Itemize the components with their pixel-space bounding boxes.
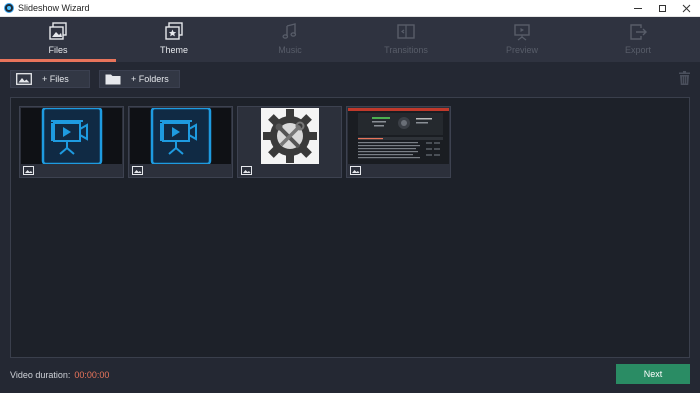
window-title: Slideshow Wizard	[18, 3, 90, 13]
media-preview	[239, 108, 340, 164]
tab-files-label: Files	[48, 45, 68, 55]
media-preview	[130, 108, 231, 164]
image-type-icon	[350, 166, 361, 175]
close-icon	[682, 4, 690, 13]
tab-export[interactable]: Export	[580, 17, 696, 62]
media-thumbnail[interactable]	[237, 106, 342, 178]
transitions-icon	[397, 24, 415, 39]
folder-icon	[105, 74, 121, 85]
export-icon	[630, 24, 647, 40]
theme-star-icon	[165, 22, 183, 40]
add-folders-label: + Folders	[131, 74, 169, 84]
files-icon	[49, 22, 67, 40]
slideshow-app-icon	[4, 3, 14, 13]
tab-music[interactable]: Music	[232, 17, 348, 62]
music-note-icon	[282, 23, 297, 39]
tab-preview-label: Preview	[505, 45, 538, 55]
trash-icon[interactable]	[679, 71, 690, 85]
maximize-button[interactable]	[650, 0, 674, 17]
main-content: + Files + Folders Video duration: 00:00:…	[0, 62, 700, 393]
minimize-icon	[634, 8, 642, 9]
tab-theme-label: Theme	[159, 45, 188, 55]
wizard-tab-bar: Files Theme Music Transitions Preview Ex…	[0, 17, 700, 62]
image-type-icon	[241, 166, 252, 175]
media-preview	[21, 108, 122, 164]
screenshot-thumbnail	[348, 108, 449, 159]
image-type-icon	[132, 166, 143, 175]
tab-export-label: Export	[624, 45, 651, 55]
add-folders-button[interactable]: + Folders	[99, 70, 180, 88]
media-panel	[10, 97, 690, 358]
add-files-button[interactable]: + Files	[10, 70, 90, 88]
tab-preview[interactable]: Preview	[464, 17, 580, 62]
gear-tools-icon	[261, 108, 319, 164]
media-caption	[21, 165, 122, 176]
media-caption	[239, 165, 340, 176]
preview-easel-icon	[514, 24, 530, 41]
duration-value: 00:00:00	[74, 370, 110, 380]
video-duration: Video duration: 00:00:00	[10, 369, 109, 381]
next-button[interactable]: Next	[616, 364, 690, 384]
media-caption	[348, 165, 449, 176]
video-presentation-icon	[150, 108, 212, 164]
title-bar: Slideshow Wizard	[0, 0, 700, 17]
duration-label: Video duration:	[10, 370, 71, 380]
tab-music-label: Music	[278, 45, 302, 55]
maximize-icon	[658, 5, 666, 12]
media-caption	[130, 165, 231, 176]
tab-transitions-label: Transitions	[384, 45, 428, 55]
media-preview	[348, 108, 449, 164]
image-type-icon	[23, 166, 34, 175]
tab-transitions[interactable]: Transitions	[348, 17, 464, 62]
close-button[interactable]	[674, 0, 698, 17]
tab-files[interactable]: Files	[0, 17, 116, 62]
add-files-label: + Files	[42, 74, 69, 84]
image-icon	[16, 73, 32, 85]
media-thumbnail[interactable]	[128, 106, 233, 178]
media-thumbnail[interactable]	[19, 106, 124, 178]
media-thumbnail[interactable]	[346, 106, 451, 178]
minimize-button[interactable]	[626, 0, 650, 17]
video-presentation-icon	[41, 108, 103, 164]
tab-theme[interactable]: Theme	[116, 17, 232, 62]
